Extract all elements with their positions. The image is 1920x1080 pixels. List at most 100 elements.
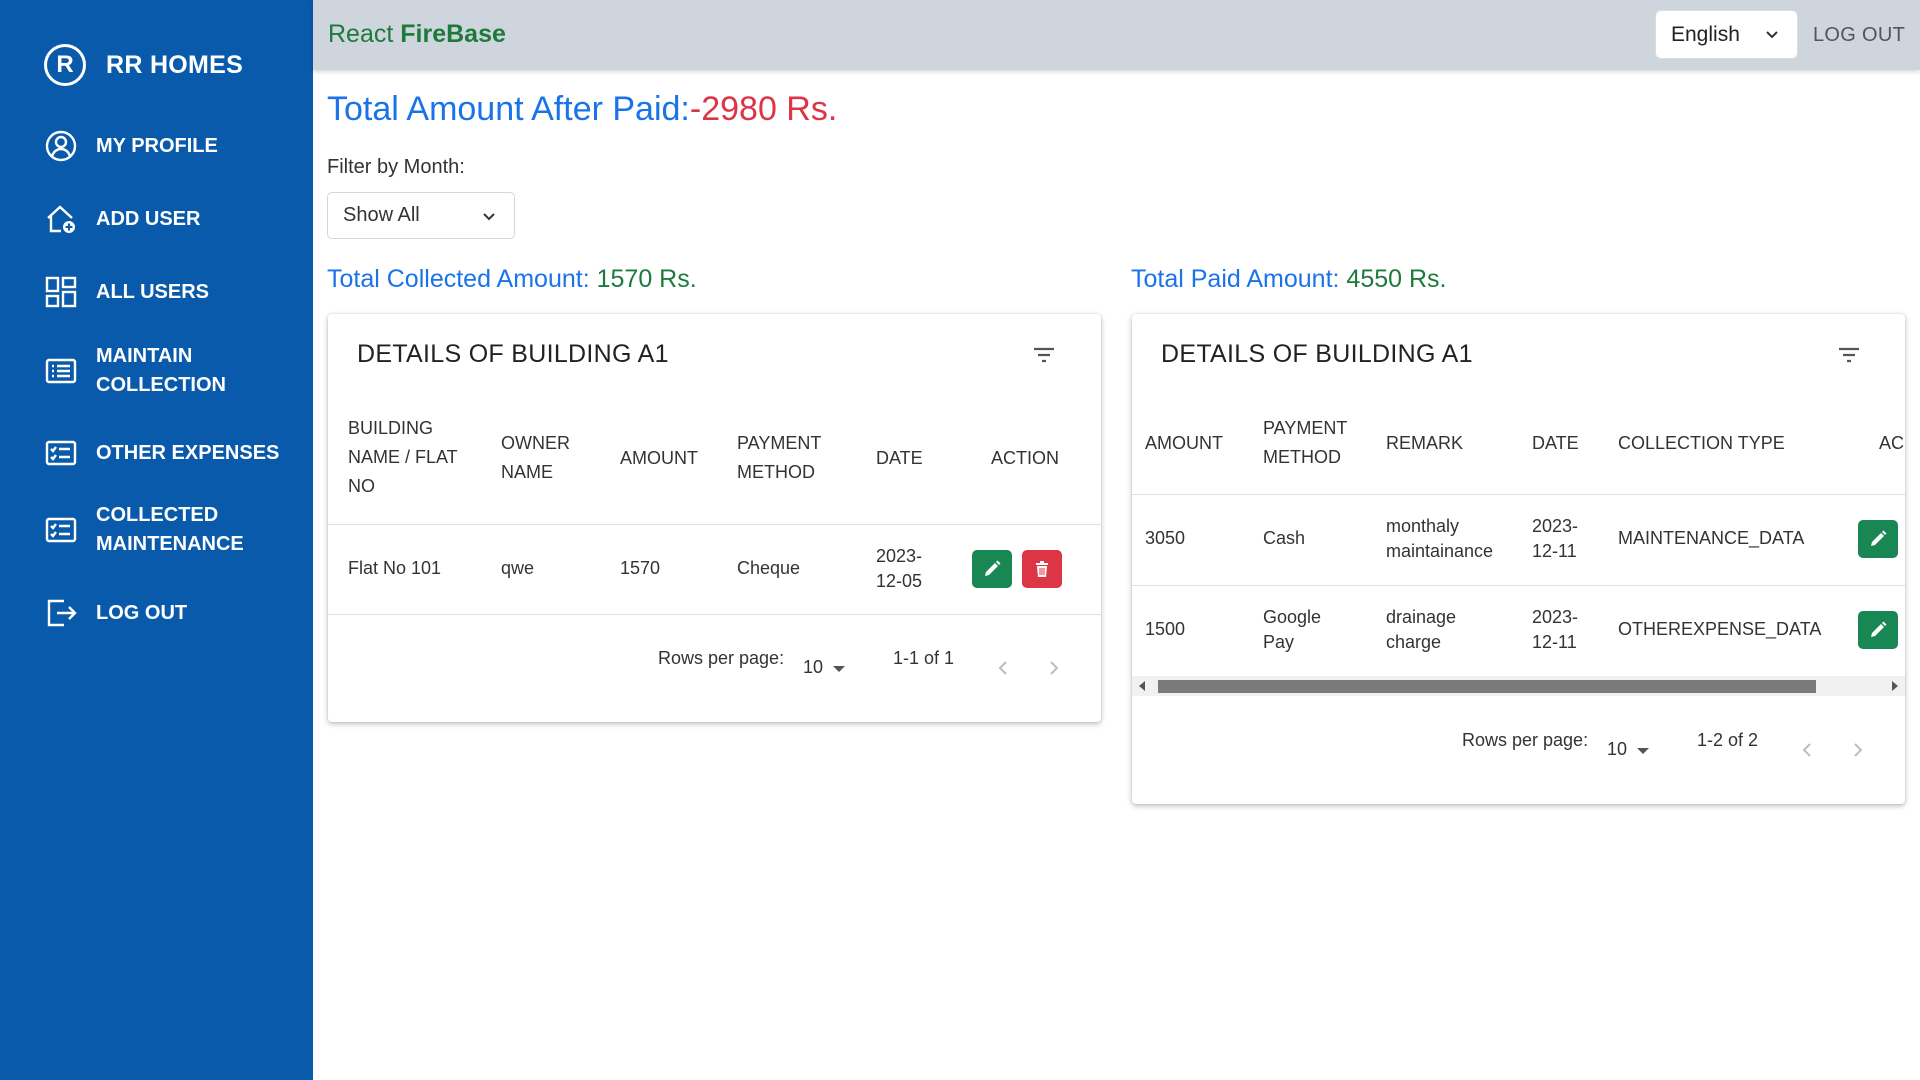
remark-line: maintainance	[1386, 541, 1494, 561]
paid-details-table: DETAILS OF BUILDING A1 AMOUNT PAYMENT ME…	[1132, 314, 1905, 804]
trash-icon	[1036, 561, 1048, 577]
sidebar-item-label: COLLECTED MAINTENANCE	[96, 504, 244, 555]
sidebar-item-other-expenses[interactable]: OTHER EXPENSES	[44, 436, 279, 470]
sidebar-item-all-users[interactable]: ALL USERS	[44, 275, 209, 309]
language-select[interactable]: English	[1655, 10, 1798, 59]
pencil-icon	[985, 560, 1001, 576]
method-line: Google	[1263, 607, 1322, 627]
pencil-icon	[1871, 621, 1887, 637]
cell-date: 2023- 12-11	[1532, 605, 1578, 655]
rows-per-page-select[interactable]: 10	[803, 657, 846, 678]
column-header-payment-method[interactable]: PAYMENT METHOD	[1263, 414, 1347, 472]
header-line: NAME / FLAT	[348, 447, 458, 467]
sidebar: R RR HOMES MY PROFILE ADD USER ALL USERS…	[0, 0, 313, 1080]
total-collected-value: 1570 Rs.	[596, 265, 697, 293]
header-line: NO	[348, 476, 375, 496]
column-header-action: AC	[1879, 433, 1905, 453]
brand[interactable]: R RR HOMES	[44, 44, 243, 86]
total-collected-amount: Total Collected Amount: 1570 Rs.	[327, 265, 697, 294]
user-circle-icon	[44, 129, 78, 163]
date-line: 12-11	[1532, 632, 1577, 652]
column-header-collection-type[interactable]: COLLECTION TYPE	[1618, 429, 1785, 458]
sidebar-item-label: ADD USER	[96, 207, 201, 230]
scrollbar-thumb[interactable]	[1158, 680, 1816, 693]
total-paid-amount: Total Paid Amount: 4550 Rs.	[1131, 265, 1446, 294]
pagination-range: 1-1 of 1	[893, 648, 955, 668]
horizontal-scrollbar[interactable]	[1132, 676, 1905, 696]
date-line: 12-05	[876, 571, 923, 591]
divider	[1132, 494, 1905, 495]
header-line: PAYMENT	[737, 433, 822, 453]
total-paid-value: 4550 Rs.	[1346, 265, 1447, 293]
chevron-right-icon[interactable]	[1042, 657, 1064, 679]
edit-button[interactable]	[972, 550, 1012, 588]
edit-button[interactable]	[1858, 611, 1898, 649]
delete-button[interactable]	[1022, 550, 1062, 588]
sidebar-item-label: LOG OUT	[96, 601, 188, 624]
divider	[328, 524, 1101, 525]
rows-per-page-select[interactable]: 10	[1607, 739, 1650, 760]
chevron-left-icon[interactable]	[1797, 739, 1819, 761]
total-after-paid-label: Total Amount After Paid:	[327, 90, 690, 128]
scroll-left-arrow-icon[interactable]	[1139, 681, 1145, 691]
method-line: Pay	[1263, 632, 1295, 652]
date-line: 12-11	[1532, 541, 1577, 561]
scroll-right-arrow-icon[interactable]	[1892, 681, 1898, 691]
pagination-range: 1-2 of 2	[1697, 730, 1759, 750]
cell-amount: 3050	[1145, 528, 1186, 548]
cell-amount: 1570	[620, 558, 661, 578]
date-line: 2023-	[1532, 516, 1579, 536]
app-title: React FireBase	[328, 20, 506, 49]
chevron-down-icon	[483, 213, 495, 221]
logout-icon	[44, 596, 78, 630]
language-value: English	[1671, 22, 1740, 46]
cell-owner: qwe	[501, 558, 535, 578]
column-header-remark[interactable]: REMARK	[1386, 429, 1463, 458]
cell-payment-method: Cheque	[737, 558, 801, 578]
sidebar-item-my-profile[interactable]: MY PROFILE	[44, 129, 218, 163]
header-line: BUILDING	[348, 418, 434, 438]
brand-name: RR HOMES	[106, 50, 244, 79]
top-bar: React FireBase English LOG OUT	[313, 0, 1920, 70]
total-collected-label: Total Collected Amount:	[327, 265, 590, 293]
chevron-down-icon	[1766, 31, 1778, 39]
cell-remark: drainage charge	[1386, 605, 1456, 655]
date-line: 2023-	[876, 546, 923, 566]
sidebar-item-collected-maintenance[interactable]: COLLECTED MAINTENANCE	[44, 501, 256, 559]
caret-down-icon	[1637, 748, 1650, 754]
edit-button[interactable]	[1858, 520, 1898, 558]
chevron-left-icon[interactable]	[993, 657, 1015, 679]
cell-payment-method: Cash	[1263, 528, 1306, 548]
cell-building: Flat No 101	[348, 558, 442, 578]
logout-button[interactable]: LOG OUT	[1813, 24, 1905, 47]
cell-date: 2023- 12-11	[1532, 514, 1578, 564]
rows-per-page-value: 10	[803, 657, 824, 677]
sidebar-item-maintain-collection[interactable]: MAINTAIN COLLECTION	[44, 342, 236, 400]
rows-per-page-label: Rows per page:	[658, 648, 785, 668]
brand-logo-icon: R	[44, 44, 86, 86]
column-header-date[interactable]: DATE	[1532, 429, 1579, 458]
header-line: NAME	[501, 462, 554, 482]
checklist-icon	[44, 513, 78, 547]
filter-month-select[interactable]: Show All	[327, 192, 515, 239]
column-header-amount[interactable]: AMOUNT	[1145, 429, 1223, 458]
column-header-date[interactable]: DATE	[876, 444, 923, 473]
chevron-right-icon[interactable]	[1846, 739, 1868, 761]
sidebar-item-add-user[interactable]: ADD USER	[44, 202, 200, 236]
header-line: METHOD	[737, 462, 815, 482]
column-header-owner[interactable]: OWNER NAME	[501, 429, 570, 487]
column-header-payment-method[interactable]: PAYMENT METHOD	[737, 429, 821, 487]
filter-list-icon[interactable]	[1031, 344, 1057, 366]
cell-remark: monthaly maintainance	[1386, 514, 1493, 564]
dashboard-grid-icon	[44, 275, 78, 309]
app-title-plain: React	[328, 20, 401, 48]
checklist-icon	[44, 436, 78, 470]
column-header-building[interactable]: BUILDING NAME / FLAT NO	[348, 414, 458, 501]
collected-details-table: DETAILS OF BUILDING A1 BUILDING NAME / F…	[328, 314, 1101, 722]
cell-collection-type: MAINTENANCE_DATA	[1618, 528, 1805, 548]
filter-list-icon[interactable]	[1836, 344, 1862, 366]
header-line: PAYMENT	[1263, 418, 1348, 438]
column-header-amount[interactable]: AMOUNT	[620, 444, 698, 473]
sidebar-item-log-out[interactable]: LOG OUT	[44, 596, 187, 630]
table-title: DETAILS OF BUILDING A1	[1161, 340, 1473, 368]
